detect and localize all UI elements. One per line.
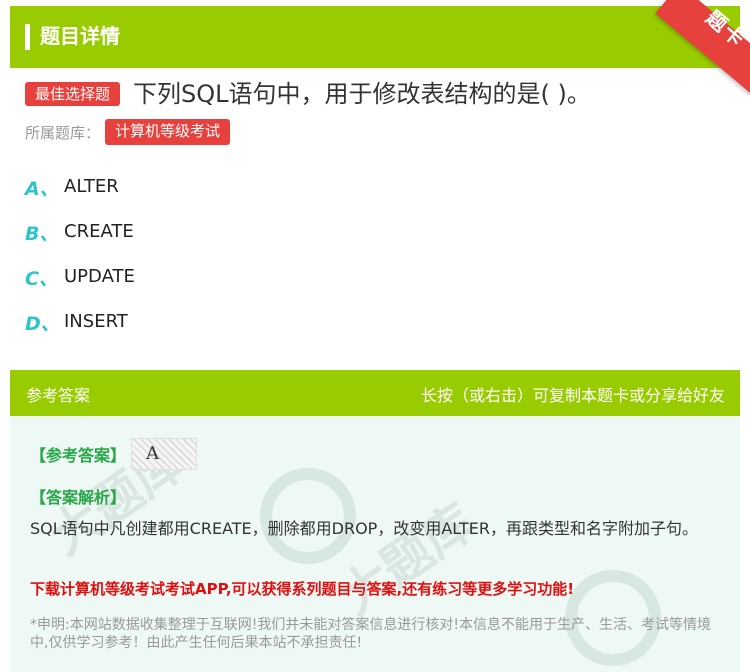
answer-panel[interactable]: 大题库 大题库 参考答案 长按（或右击）可复制本题卡或分享给好友 【参考答案】 … (10, 370, 740, 672)
header-accent-bar (25, 24, 30, 50)
page-title: 题目详情 (40, 24, 120, 48)
page-header: 题目详情 (10, 6, 740, 68)
question-text: 下列SQL语句中，用于修改表结构的是( )。 (133, 80, 591, 108)
option-text: ALTER (64, 176, 119, 197)
analysis-text: SQL语句中凡创建都用CREATE，删除都用DROP，改变用ALTER，再跟类型… (30, 519, 698, 538)
app-promo-link[interactable]: 下载计算机等级考试考试APP,可以获得系列题目与答案,还有练习等更多学习功能! (30, 578, 574, 599)
option-d[interactable]: D、 INSERT (25, 305, 425, 339)
reference-answer-value: A (146, 443, 159, 464)
option-b[interactable]: B、 CREATE (25, 215, 425, 249)
option-letter: D、 (25, 313, 60, 335)
option-a[interactable]: A、 ALTER (25, 170, 425, 204)
option-letter: A、 (25, 178, 59, 200)
reference-answer-image: A (131, 438, 197, 470)
bank-badge[interactable]: 计算机等级考试 (105, 119, 231, 145)
answer-header-title: 参考答案 (26, 386, 91, 405)
analysis-label: 【答案解析】 (30, 488, 127, 507)
question-row: 最佳选择题 下列SQL语句中，用于修改表结构的是( )。 (25, 78, 725, 110)
answer-header: 参考答案 长按（或右击）可复制本题卡或分享给好友 (10, 370, 740, 416)
option-letter: C、 (25, 268, 58, 290)
option-c[interactable]: C、 UPDATE (25, 260, 425, 294)
bank-label: 所属题库： (25, 124, 101, 142)
option-letter: B、 (25, 223, 59, 245)
option-text: UPDATE (64, 266, 135, 287)
question-type-badge: 最佳选择题 (25, 82, 121, 106)
disclaimer-text: *申明:本网站数据收集整理于互联网!我们并未能对答案信息进行核对!本信息不能用于… (30, 617, 711, 651)
option-text: CREATE (64, 221, 134, 242)
reference-answer-label: 【参考答案】 (30, 446, 127, 465)
answer-header-hint: 长按（或右击）可复制本题卡或分享给好友 (420, 386, 725, 405)
option-text: INSERT (64, 311, 128, 332)
